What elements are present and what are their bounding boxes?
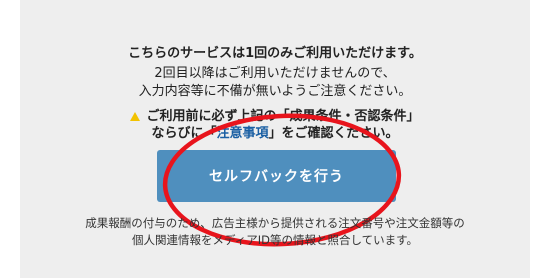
warning-line-2: ならびに「注意事項」をご確認ください。 — [20, 122, 530, 141]
notes-close: 」をご確認ください。 — [268, 126, 399, 141]
warning-middle: ならびに — [151, 126, 204, 141]
notice-line-3: 入力内容等に不備が無いようご注意ください。 — [138, 84, 412, 99]
footer-line-1: 成果報酬の付与のため、広告主様から提供される注文番号や注文金額等の — [85, 216, 465, 230]
footer-line-2: 個人関連情報をメディアID等の情報と照合しています。 — [132, 233, 418, 247]
warning-icon — [130, 112, 141, 121]
notice-line-2: 2回目以降はご利用いただけませんので、 — [154, 66, 396, 81]
notes-link[interactable]: 注意事項 — [217, 126, 269, 141]
selfback-panel: こちらのサービスは1回のみご利用いただけます。 2回目以降はご利用いただけません… — [20, 0, 530, 278]
notice-line-1: こちらのサービスは1回のみご利用いただけます。 — [128, 46, 422, 61]
selfback-button[interactable]: セルフバックを行う — [157, 150, 396, 202]
notes-open: 「 — [203, 126, 217, 141]
